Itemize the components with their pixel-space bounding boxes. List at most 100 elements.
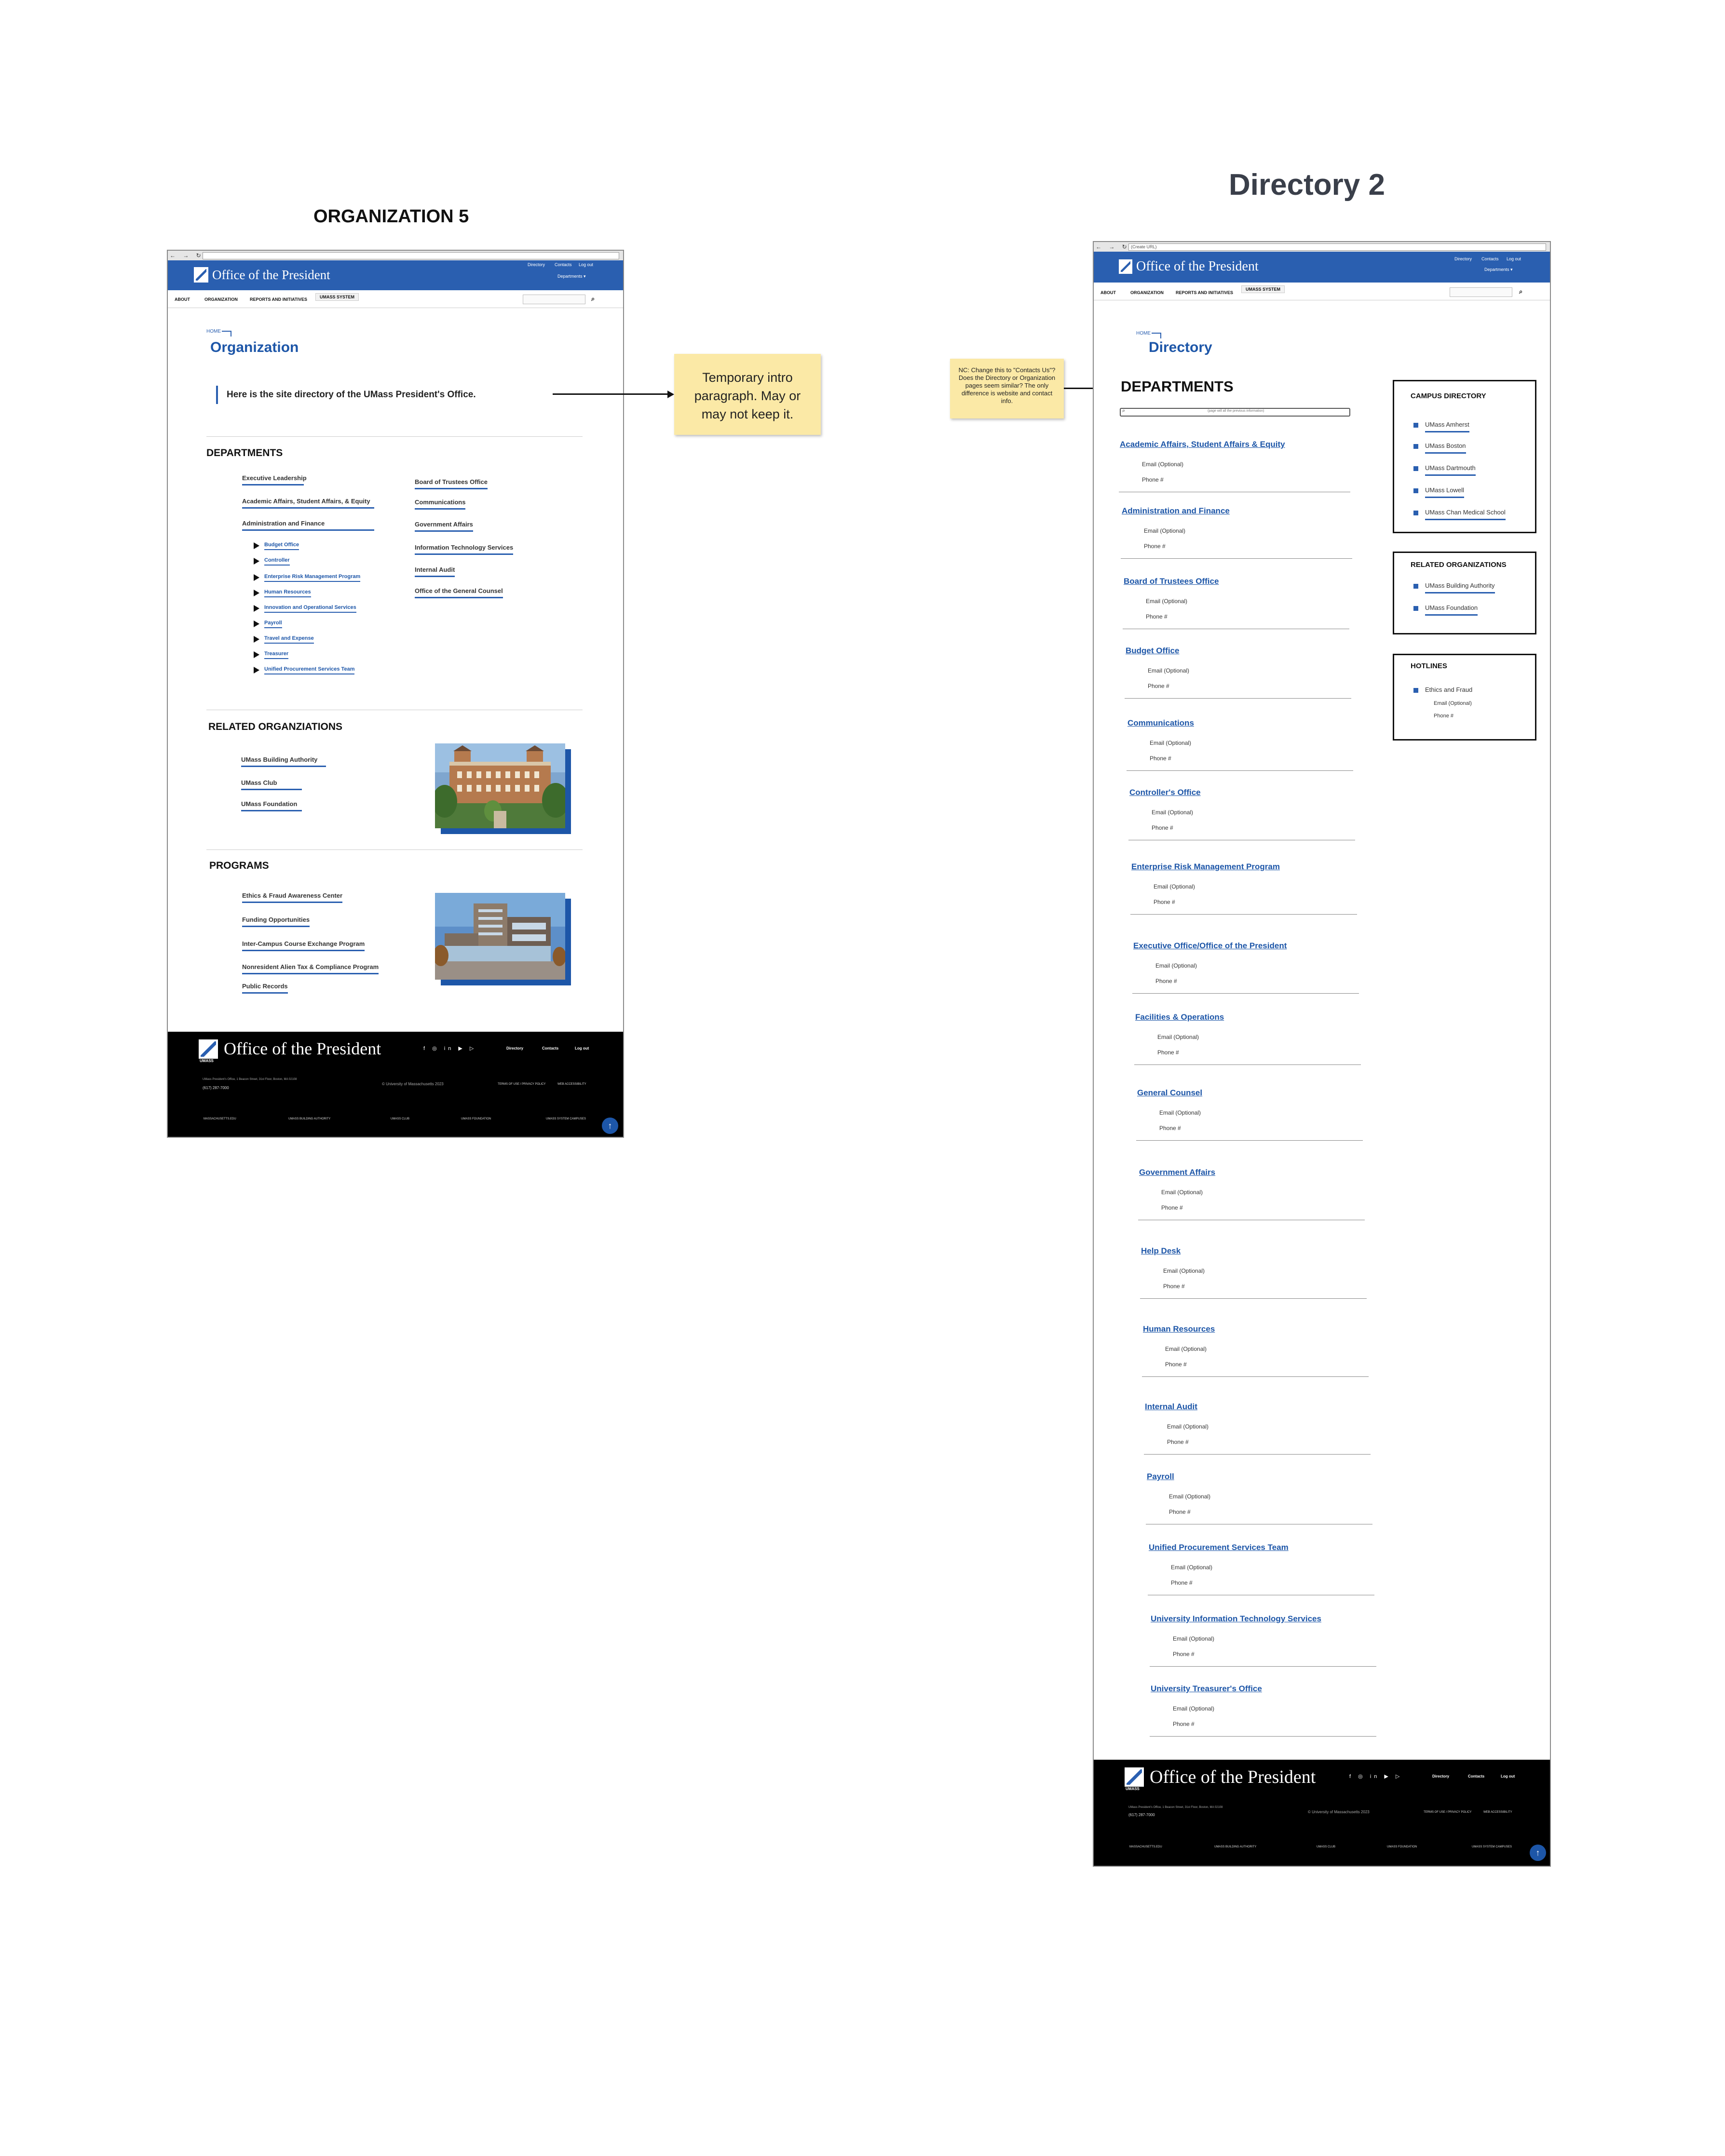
department-link[interactable]: Academic Affairs, Student Affairs, & Equ… (242, 498, 374, 509)
search-icon[interactable]: ⌕ (1519, 288, 1522, 296)
department-directory-link[interactable]: General Counsel (1137, 1088, 1202, 1098)
campus-link[interactable]: UMass Amherst (1425, 421, 1469, 432)
directory-search-input[interactable]: ⌕ (page will all the previous informatio… (1120, 408, 1350, 417)
back-to-top-button[interactable]: ↑ (1530, 1845, 1546, 1861)
related-organization-link[interactable]: UMass Club (241, 779, 302, 790)
hotline-ethics-fraud[interactable]: Ethics and Fraud (1425, 686, 1472, 696)
department-directory-link[interactable]: Budget Office (1126, 646, 1179, 656)
footer-bottom-link[interactable]: UMASS BUILDING AUTHORITY (288, 1118, 330, 1120)
breadcrumb-home[interactable]: HOME (1136, 331, 1161, 338)
sub-department-link[interactable]: Human Resources (264, 589, 311, 597)
social-icons[interactable]: f ◎ in ▶ ▷ (1349, 1773, 1402, 1779)
back-to-top-button[interactable]: ↑ (602, 1118, 618, 1134)
department-directory-link[interactable]: Controller's Office (1129, 788, 1201, 797)
nav-organization[interactable]: ORGANIZATION (204, 297, 238, 302)
footer-bottom-link[interactable]: UMASS FOUNDATION (461, 1118, 491, 1120)
site-title[interactable]: Office of the President (212, 268, 330, 283)
related-organization-link[interactable]: UMass Foundation (1425, 604, 1478, 616)
program-link[interactable]: Public Records (242, 983, 288, 994)
nav-umass-system[interactable]: UMASS SYSTEM (315, 293, 359, 301)
umass-logo-icon[interactable] (1125, 1767, 1144, 1787)
footer-link-contacts[interactable]: Contacts (542, 1046, 558, 1051)
nav-umass-system[interactable]: UMASS SYSTEM (1241, 285, 1285, 293)
department-link[interactable]: Executive Leadership (242, 474, 307, 485)
related-organization-link[interactable]: UMass Building Authority (241, 756, 326, 767)
sub-department-link[interactable]: Payroll (264, 620, 282, 628)
department-link[interactable]: Information Technology Services (415, 544, 514, 555)
campus-link[interactable]: UMass Lowell (1425, 486, 1464, 498)
department-directory-link[interactable]: Human Resources (1143, 1324, 1215, 1334)
nav-about[interactable]: ABOUT (1100, 290, 1116, 295)
footer-link-terms[interactable]: TERMS OF USE / PRIVACY POLICY (498, 1083, 545, 1086)
footer-link-logout[interactable]: Log out (1501, 1774, 1515, 1779)
search-icon[interactable]: ⌕ (591, 295, 595, 303)
footer-bottom-link[interactable]: UMASS SYSTEM CAMPUSES (546, 1118, 586, 1120)
sub-department-link[interactable]: Innovation and Operational Services (264, 605, 356, 613)
sub-department-link[interactable]: Controller (264, 557, 290, 566)
umass-logo-icon[interactable] (199, 1039, 218, 1059)
department-link[interactable]: Office of the General Counsel (415, 587, 503, 598)
department-directory-link[interactable]: Academic Affairs, Student Affairs & Equi… (1120, 440, 1285, 449)
department-link[interactable]: Communications (415, 499, 466, 510)
department-link[interactable]: Administration and Finance (242, 520, 374, 531)
address-bar[interactable]: (Create URL) (1128, 243, 1546, 251)
search-input[interactable] (523, 295, 585, 304)
site-title[interactable]: Office of the President (1136, 259, 1259, 274)
umass-logo-icon[interactable] (194, 267, 208, 283)
sub-department-link[interactable]: Budget Office (264, 542, 299, 550)
footer-link-logout[interactable]: Log out (575, 1046, 589, 1051)
util-link-contacts[interactable]: Contacts (555, 262, 572, 267)
campus-link[interactable]: UMass Chan Medical School (1425, 509, 1506, 520)
related-organization-link[interactable]: UMass Building Authority (1425, 582, 1495, 593)
util-link-directory[interactable]: Directory (1454, 256, 1472, 261)
program-link[interactable]: Inter-Campus Course Exchange Program (242, 940, 365, 951)
footer-link-directory[interactable]: Directory (506, 1046, 523, 1051)
nav-reports[interactable]: REPORTS AND INITIATIVES (250, 297, 307, 302)
department-directory-link[interactable]: Payroll (1147, 1472, 1174, 1482)
nav-about[interactable]: ABOUT (175, 297, 190, 302)
footer-link-terms[interactable]: TERMS OF USE / PRIVACY POLICY (1424, 1811, 1471, 1814)
umass-logo-icon[interactable] (1119, 259, 1132, 274)
department-link[interactable]: Government Affairs (415, 521, 473, 532)
program-link[interactable]: Funding Opportunities (242, 916, 310, 927)
departments-dropdown[interactable]: Departments ▾ (1484, 267, 1513, 272)
departments-dropdown[interactable]: Departments ▾ (557, 274, 586, 279)
breadcrumb-home[interactable]: HOME (206, 329, 231, 337)
sub-department-link[interactable]: Unified Procurement Services Team (264, 666, 355, 674)
department-directory-link[interactable]: Facilities & Operations (1135, 1012, 1224, 1022)
department-directory-link[interactable]: Unified Procurement Services Team (1149, 1543, 1289, 1552)
footer-link-accessibility[interactable]: WEB ACCESSIBILITY (557, 1083, 586, 1086)
nav-reports[interactable]: REPORTS AND INITIATIVES (1176, 290, 1233, 295)
footer-bottom-link[interactable]: UMASS CLUB (1317, 1846, 1335, 1848)
util-link-logout[interactable]: Log out (579, 262, 593, 267)
department-directory-link[interactable]: Communications (1127, 718, 1194, 728)
department-directory-link[interactable]: Board of Trustees Office (1124, 577, 1219, 586)
footer-bottom-link[interactable]: UMASS BUILDING AUTHORITY (1214, 1846, 1256, 1848)
department-directory-link[interactable]: Enterprise Risk Management Program (1131, 862, 1280, 872)
util-link-logout[interactable]: Log out (1507, 256, 1521, 261)
util-link-directory[interactable]: Directory (528, 262, 545, 267)
footer-link-directory[interactable]: Directory (1432, 1774, 1449, 1779)
related-organization-link[interactable]: UMass Foundation (241, 800, 302, 811)
util-link-contacts[interactable]: Contacts (1481, 256, 1499, 261)
footer-bottom-link[interactable]: UMASS SYSTEM CAMPUSES (1472, 1846, 1512, 1848)
campus-link[interactable]: UMass Dartmouth (1425, 464, 1476, 476)
department-directory-link[interactable]: Internal Audit (1145, 1402, 1197, 1412)
department-directory-link[interactable]: Government Affairs (1139, 1168, 1215, 1177)
footer-title[interactable]: Office of the President (224, 1038, 381, 1059)
footer-title[interactable]: Office of the President (1150, 1766, 1316, 1788)
department-directory-link[interactable]: Executive Office/Office of the President (1133, 941, 1287, 951)
department-link[interactable]: Internal Audit (415, 566, 455, 577)
footer-bottom-link[interactable]: MASSACHUSETTS.EDU (204, 1118, 236, 1120)
footer-link-accessibility[interactable]: WEB ACCESSIBILITY (1483, 1811, 1512, 1814)
nav-organization[interactable]: ORGANIZATION (1130, 290, 1164, 295)
department-directory-link[interactable]: Administration and Finance (1122, 506, 1230, 516)
campus-link[interactable]: UMass Boston (1425, 442, 1466, 454)
social-icons[interactable]: f ◎ in ▶ ▷ (423, 1045, 476, 1051)
department-directory-link[interactable]: University Information Technology Servic… (1151, 1614, 1321, 1624)
program-link[interactable]: Nonresident Alien Tax & Compliance Progr… (242, 963, 379, 974)
footer-bottom-link[interactable]: UMASS FOUNDATION (1387, 1846, 1417, 1848)
sub-department-link[interactable]: Travel and Expense (264, 635, 314, 644)
footer-bottom-link[interactable]: UMASS CLUB (391, 1118, 409, 1120)
department-link[interactable]: Board of Trustees Office (415, 478, 488, 489)
